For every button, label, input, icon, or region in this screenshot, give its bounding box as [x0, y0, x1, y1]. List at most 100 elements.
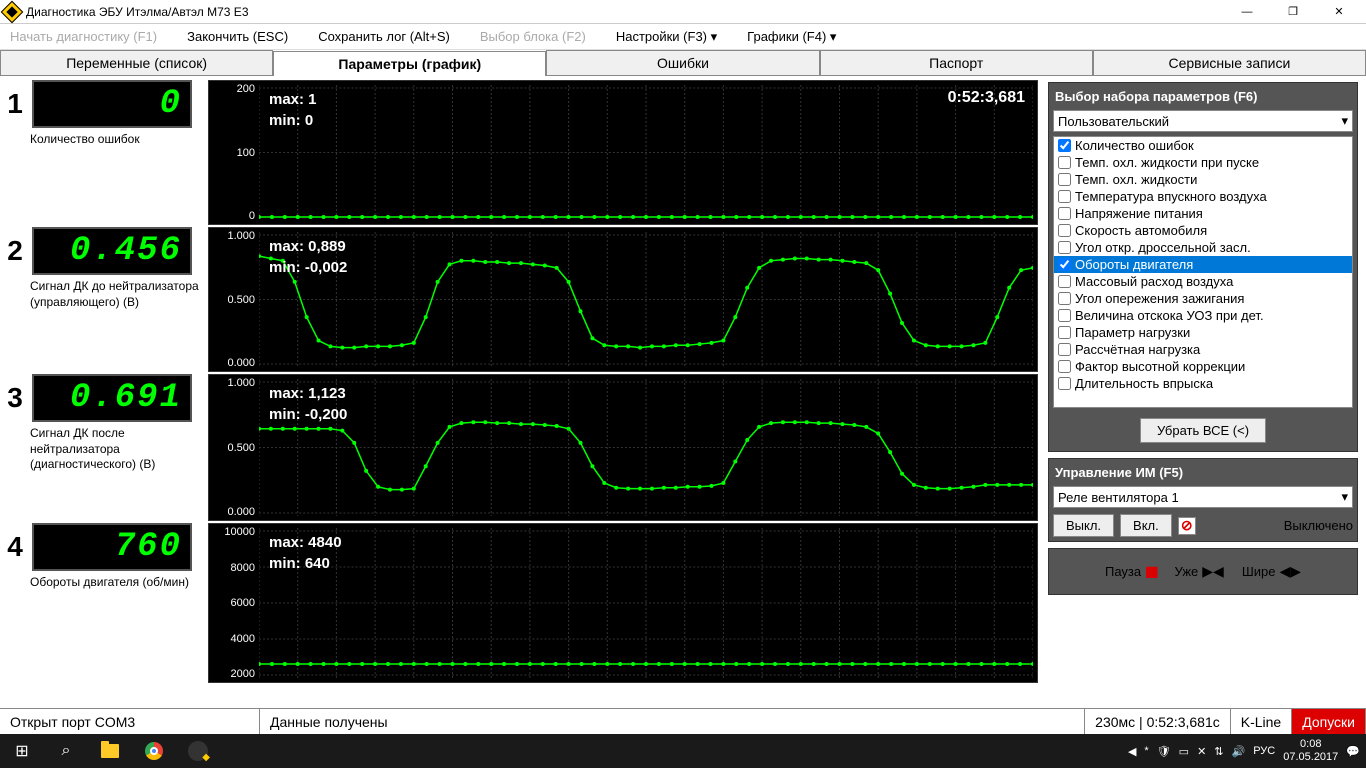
tab-errors[interactable]: Ошибки [546, 50, 819, 75]
param-checkbox[interactable] [1058, 224, 1071, 237]
maximize-button[interactable]: ❐ [1278, 2, 1308, 22]
explorer-button[interactable] [88, 734, 132, 768]
statusbar: Открыт порт COM3 Данные получены 230мс |… [0, 708, 1366, 734]
param-checkbox[interactable] [1058, 292, 1071, 305]
param-checkbox[interactable] [1058, 343, 1071, 356]
wide-button[interactable]: Шире ◀▶ [1242, 563, 1301, 580]
lcd-value: 760 [32, 523, 192, 571]
param-item[interactable]: Температура впускного воздуха [1054, 188, 1352, 205]
playback-panel: Пауза ▮▮ Уже ▶◀ Шире ◀▶ [1048, 548, 1358, 595]
param-item[interactable]: Напряжение питания [1054, 205, 1352, 222]
param-label: Напряжение питания [1075, 206, 1203, 221]
param-checkbox[interactable] [1058, 139, 1071, 152]
param-checkbox[interactable] [1058, 309, 1071, 322]
chart-minmax: max: 1min: 0 [269, 89, 317, 131]
clock[interactable]: 0:08 07.05.2017 [1283, 738, 1338, 764]
param-checkbox[interactable] [1058, 275, 1071, 288]
param-item[interactable]: Угол опережения зажигания [1054, 290, 1352, 307]
param-item[interactable]: Параметр нагрузки [1054, 324, 1352, 341]
im-on-button[interactable]: Вкл. [1120, 514, 1172, 537]
chart[interactable]: 1.0000.5000.000max: 1,123min: -0,200 [208, 374, 1038, 521]
tab-parameters[interactable]: Параметры (график) [273, 51, 546, 76]
app-taskbar-button[interactable]: ◆ [176, 734, 220, 768]
im-device-value: Реле вентилятора 1 [1058, 490, 1179, 505]
chrome-icon [145, 742, 163, 760]
power-icon[interactable]: ✕ [1197, 745, 1206, 758]
param-item[interactable]: Темп. охл. жидкости [1054, 171, 1352, 188]
param-list[interactable]: Количество ошибокТемп. охл. жидкости при… [1053, 136, 1353, 408]
battery-icon[interactable]: ▭ [1179, 745, 1189, 758]
param-item[interactable]: Массовый расход воздуха [1054, 273, 1352, 290]
stop-icon: ⊘ [1181, 517, 1193, 534]
tab-variables[interactable]: Переменные (список) [0, 50, 273, 75]
param-item[interactable]: Фактор высотной коррекции [1054, 358, 1352, 375]
notifications-icon[interactable]: 💬 [1346, 745, 1360, 758]
param-checkbox[interactable] [1058, 258, 1071, 271]
menu-block: Выбор блока (F2) [480, 29, 586, 44]
param-item[interactable]: Угол откр. дроссельной засл. [1054, 239, 1352, 256]
pause-icon: ▮▮ [1145, 563, 1156, 580]
param-item[interactable]: Рассчётная нагрузка [1054, 341, 1352, 358]
param-checkbox[interactable] [1058, 326, 1071, 339]
close-button[interactable]: ✕ [1324, 2, 1354, 22]
param-label: Рассчётная нагрузка [1075, 342, 1200, 357]
chrome-button[interactable] [132, 734, 176, 768]
param-label: Массовый расход воздуха [1075, 274, 1233, 289]
im-device-dropdown[interactable]: Реле вентилятора 1 ▾ [1053, 486, 1353, 508]
chart-minmax: max: 1,123min: -0,200 [269, 383, 347, 425]
im-off-button[interactable]: Выкл. [1053, 514, 1114, 537]
tray-up-icon[interactable]: ◀ [1128, 745, 1136, 758]
lcd-value: 0.691 [32, 374, 192, 422]
window-controls: — ❐ ✕ [1232, 2, 1362, 22]
param-item[interactable]: Длительность впрыска [1054, 375, 1352, 392]
taskbar: ⊞ ⌕ ◆ ◀ * 🛡 ▭ ✕ ⇅ 🔊 РУС 0:08 07.05.2017 … [0, 734, 1366, 768]
preset-dropdown[interactable]: Пользовательский ▾ [1053, 110, 1353, 132]
status-line: K-Line [1231, 709, 1292, 734]
param-label: Угол опережения зажигания [1075, 291, 1244, 306]
pause-button[interactable]: Пауза ▮▮ [1105, 563, 1157, 580]
bluetooth-icon[interactable]: * [1144, 745, 1148, 757]
tab-service[interactable]: Сервисные записи [1093, 50, 1366, 75]
param-item[interactable]: Скорость автомобиля [1054, 222, 1352, 239]
readout-label: Сигнал ДК после нейтрализатора (диагност… [4, 426, 204, 473]
lcd-value: 0.456 [32, 227, 192, 275]
search-button[interactable]: ⌕ [44, 734, 88, 768]
tab-passport[interactable]: Паспорт [820, 50, 1093, 75]
narrow-icon: ▶◀ [1202, 563, 1224, 580]
param-checkbox[interactable] [1058, 360, 1071, 373]
param-checkbox[interactable] [1058, 173, 1071, 186]
right-sidebar: Выбор набора параметров (F6) Пользовател… [1042, 76, 1364, 706]
menu-savelog[interactable]: Сохранить лог (Alt+S) [318, 29, 450, 44]
search-icon: ⌕ [55, 740, 77, 762]
wifi-icon[interactable]: ⇅ [1214, 745, 1223, 758]
remove-all-button[interactable]: Убрать ВСЕ (<) [1140, 418, 1266, 443]
menu-settings[interactable]: Настройки (F3) ▾ [616, 29, 717, 45]
start-button[interactable]: ⊞ [0, 734, 44, 768]
narrow-button[interactable]: Уже ▶◀ [1175, 563, 1224, 580]
menu-start: Начать диагностику (F1) [10, 29, 157, 44]
chart[interactable]: 1.0000.5000.000max: 0,889min: -0,002 [208, 227, 1038, 372]
param-checkbox[interactable] [1058, 207, 1071, 220]
param-checkbox[interactable] [1058, 377, 1071, 390]
param-checkbox[interactable] [1058, 156, 1071, 169]
menu-charts[interactable]: Графики (F4) ▾ [747, 29, 836, 45]
language-indicator[interactable]: РУС [1253, 745, 1275, 757]
param-item[interactable]: Величина отскока УОЗ при дет. [1054, 307, 1352, 324]
param-label: Величина отскока УОЗ при дет. [1075, 308, 1264, 323]
chart[interactable]: 100008000600040002000max: 4840min: 640 [208, 523, 1038, 683]
param-checkbox[interactable] [1058, 190, 1071, 203]
param-item[interactable]: Обороты двигателя [1054, 256, 1352, 273]
chart-minmax: max: 4840min: 640 [269, 532, 342, 574]
chart[interactable]: 2001000max: 1min: 00:52:3,681 [208, 80, 1038, 225]
param-checkbox[interactable] [1058, 241, 1071, 254]
param-item[interactable]: Количество ошибок [1054, 137, 1352, 154]
shield-icon[interactable]: 🛡 [1157, 745, 1171, 758]
status-tolerances[interactable]: Допуски [1292, 709, 1366, 734]
readout-row: 30.691Сигнал ДК после нейтрализатора (ди… [4, 374, 1038, 521]
volume-icon[interactable]: 🔊 [1232, 745, 1246, 758]
im-stop-button[interactable]: ⊘ [1178, 517, 1196, 535]
minimize-button[interactable]: — [1232, 2, 1262, 22]
param-item[interactable]: Темп. охл. жидкости при пуске [1054, 154, 1352, 171]
menu-stop[interactable]: Закончить (ESC) [187, 29, 288, 44]
status-latency: 230мс | 0:52:3,681с [1085, 709, 1231, 734]
